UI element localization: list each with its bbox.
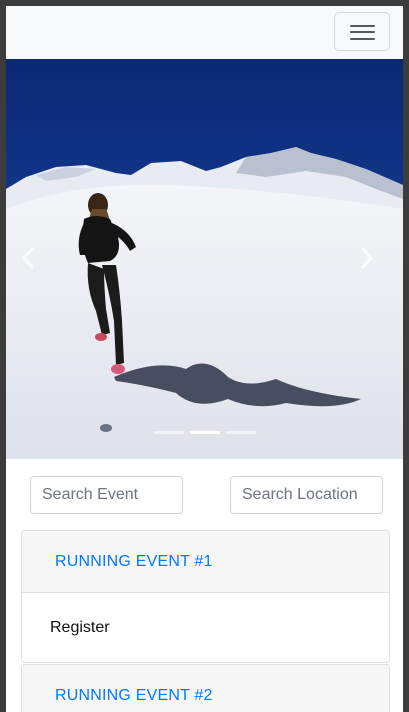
- slide-image: [6, 59, 403, 459]
- event-title-link[interactable]: RUNNING EVENT #2: [55, 687, 213, 705]
- carousel-next-button[interactable]: [360, 247, 390, 277]
- event-card-header[interactable]: RUNNING EVENT #2: [22, 665, 389, 712]
- search-location-input[interactable]: [230, 476, 383, 514]
- carousel-indicators: [6, 429, 403, 437]
- chevron-right-icon: [361, 247, 373, 269]
- navbar-toggler-button[interactable]: [334, 12, 390, 51]
- carousel-prev-button[interactable]: [21, 247, 51, 277]
- carousel-indicator[interactable]: [153, 431, 184, 434]
- event-card: RUNNING EVENT #1 Register: [21, 530, 390, 663]
- event-card-body: Register: [22, 593, 389, 662]
- carousel-indicator[interactable]: [225, 431, 256, 434]
- register-link[interactable]: Register: [50, 619, 110, 637]
- event-title-link[interactable]: RUNNING EVENT #1: [55, 553, 213, 571]
- navbar: [6, 6, 403, 59]
- event-card-header[interactable]: RUNNING EVENT #1: [22, 531, 389, 593]
- search-event-input[interactable]: [30, 476, 183, 514]
- page-frame: RUNNING EVENT #1 Register RUNNING EVENT …: [6, 6, 403, 712]
- chevron-left-icon: [22, 247, 34, 269]
- carousel-indicator-active[interactable]: [189, 431, 220, 434]
- image-carousel[interactable]: [6, 59, 403, 459]
- hamburger-icon: [350, 25, 375, 27]
- event-card: RUNNING EVENT #2: [21, 664, 390, 712]
